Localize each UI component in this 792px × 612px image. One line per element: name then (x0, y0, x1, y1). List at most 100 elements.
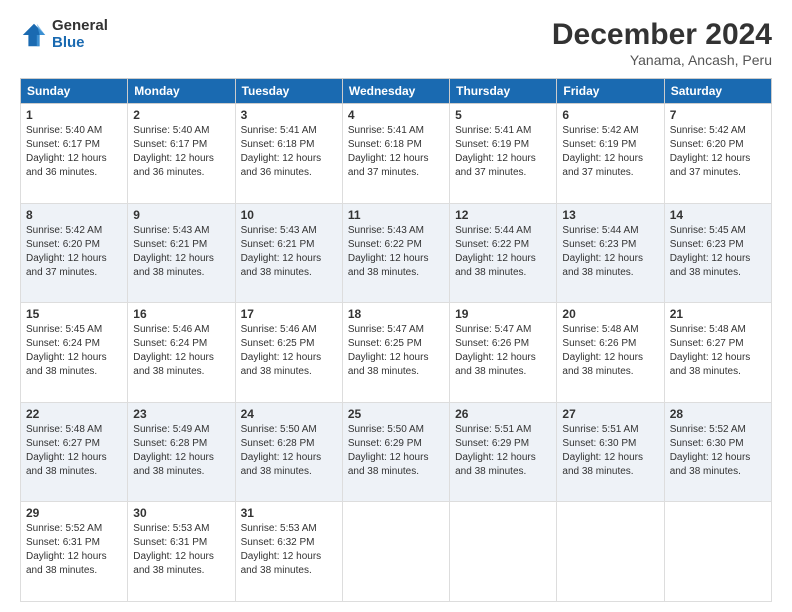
day-number: 17 (241, 307, 337, 321)
day-number: 31 (241, 506, 337, 520)
day-info: Sunrise: 5:46 AM Sunset: 6:25 PM Dayligh… (241, 323, 337, 379)
day-number: 6 (562, 108, 658, 122)
logo-text: General Blue (52, 18, 108, 51)
calendar-cell: 17 Sunrise: 5:46 AM Sunset: 6:25 PM Dayli… (235, 303, 342, 403)
calendar-header-monday: Monday (128, 79, 235, 104)
day-info: Sunrise: 5:49 AM Sunset: 6:28 PM Dayligh… (133, 423, 229, 479)
calendar-cell: 14Sunrise: 5:45 AM Sunset: 6:23 PM Dayli… (664, 203, 771, 303)
calendar-header-sunday: Sunday (21, 79, 128, 104)
calendar-cell: 19 Sunrise: 5:47 AM Sunset: 6:26 PM Dayli… (450, 303, 557, 403)
day-number: 24 (241, 407, 337, 421)
day-info: Sunrise: 5:52 AM Sunset: 6:31 PM Dayligh… (26, 522, 122, 578)
calendar-header-saturday: Saturday (664, 79, 771, 104)
day-info: Sunrise: 5:40 AM Sunset: 6:17 PM Dayligh… (26, 124, 122, 180)
day-info: Sunrise: 5:50 AM Sunset: 6:29 PM Dayligh… (348, 423, 444, 479)
day-info: Sunrise: 5:50 AM Sunset: 6:28 PM Dayligh… (241, 423, 337, 479)
day-info: Sunrise: 5:42 AM Sunset: 6:19 PM Dayligh… (562, 124, 658, 180)
day-info: Sunrise: 5:44 AM Sunset: 6:23 PM Dayligh… (562, 224, 658, 280)
day-number: 25 (348, 407, 444, 421)
calendar-cell: 22 Sunrise: 5:48 AM Sunset: 6:27 PM Dayli… (21, 402, 128, 502)
calendar-cell: 27Sunrise: 5:51 AM Sunset: 6:30 PM Dayli… (557, 402, 664, 502)
day-info: Sunrise: 5:47 AM Sunset: 6:26 PM Dayligh… (455, 323, 551, 379)
calendar-cell: 3 Sunrise: 5:41 AM Sunset: 6:18 PM Daylig… (235, 104, 342, 204)
calendar-week-row: 29Sunrise: 5:52 AM Sunset: 6:31 PM Dayli… (21, 502, 772, 602)
calendar-cell: 30 Sunrise: 5:53 AM Sunset: 6:31 PM Dayli… (128, 502, 235, 602)
day-info: Sunrise: 5:45 AM Sunset: 6:24 PM Dayligh… (26, 323, 122, 379)
calendar-cell: 31 Sunrise: 5:53 AM Sunset: 6:32 PM Dayli… (235, 502, 342, 602)
calendar-cell: 25 Sunrise: 5:50 AM Sunset: 6:29 PM Dayli… (342, 402, 449, 502)
calendar-cell: 1Sunrise: 5:40 AM Sunset: 6:17 PM Daylig… (21, 104, 128, 204)
calendar-cell: 11 Sunrise: 5:43 AM Sunset: 6:22 PM Dayli… (342, 203, 449, 303)
day-info: Sunrise: 5:53 AM Sunset: 6:32 PM Dayligh… (241, 522, 337, 578)
calendar-header-thursday: Thursday (450, 79, 557, 104)
calendar-cell: 9 Sunrise: 5:43 AM Sunset: 6:21 PM Daylig… (128, 203, 235, 303)
day-info: Sunrise: 5:42 AM Sunset: 6:20 PM Dayligh… (26, 224, 122, 280)
day-info: Sunrise: 5:48 AM Sunset: 6:27 PM Dayligh… (26, 423, 122, 479)
day-info: Sunrise: 5:43 AM Sunset: 6:21 PM Dayligh… (133, 224, 229, 280)
day-number: 30 (133, 506, 229, 520)
day-info: Sunrise: 5:42 AM Sunset: 6:20 PM Dayligh… (670, 124, 766, 180)
calendar-subtitle: Yanama, Ancash, Peru (552, 52, 772, 68)
calendar-cell: 18 Sunrise: 5:47 AM Sunset: 6:25 PM Dayli… (342, 303, 449, 403)
logo-general-text: General (52, 18, 108, 35)
day-number: 26 (455, 407, 551, 421)
title-block: December 2024 Yanama, Ancash, Peru (552, 18, 772, 68)
day-number: 27 (562, 407, 658, 421)
day-info: Sunrise: 5:43 AM Sunset: 6:22 PM Dayligh… (348, 224, 444, 280)
calendar-cell: 12 Sunrise: 5:44 AM Sunset: 6:22 PM Dayli… (450, 203, 557, 303)
page: General Blue December 2024 Yanama, Ancas… (0, 0, 792, 612)
day-info: Sunrise: 5:47 AM Sunset: 6:25 PM Dayligh… (348, 323, 444, 379)
day-info: Sunrise: 5:48 AM Sunset: 6:26 PM Dayligh… (562, 323, 658, 379)
day-info: Sunrise: 5:46 AM Sunset: 6:24 PM Dayligh… (133, 323, 229, 379)
calendar-header-tuesday: Tuesday (235, 79, 342, 104)
day-info: Sunrise: 5:53 AM Sunset: 6:31 PM Dayligh… (133, 522, 229, 578)
day-number: 9 (133, 208, 229, 222)
day-info: Sunrise: 5:52 AM Sunset: 6:30 PM Dayligh… (670, 423, 766, 479)
calendar-week-row: 22 Sunrise: 5:48 AM Sunset: 6:27 PM Dayli… (21, 402, 772, 502)
day-number: 14 (670, 208, 766, 222)
calendar-cell: 2 Sunrise: 5:40 AM Sunset: 6:17 PM Daylig… (128, 104, 235, 204)
day-number: 18 (348, 307, 444, 321)
calendar-week-row: 15 Sunrise: 5:45 AM Sunset: 6:24 PM Dayli… (21, 303, 772, 403)
day-info: Sunrise: 5:40 AM Sunset: 6:17 PM Dayligh… (133, 124, 229, 180)
day-info: Sunrise: 5:48 AM Sunset: 6:27 PM Dayligh… (670, 323, 766, 379)
day-number: 2 (133, 108, 229, 122)
logo-icon (20, 21, 48, 49)
day-number: 4 (348, 108, 444, 122)
day-info: Sunrise: 5:43 AM Sunset: 6:21 PM Dayligh… (241, 224, 337, 280)
calendar-cell: 7 Sunrise: 5:42 AM Sunset: 6:20 PM Daylig… (664, 104, 771, 204)
day-info: Sunrise: 5:41 AM Sunset: 6:18 PM Dayligh… (241, 124, 337, 180)
day-info: Sunrise: 5:44 AM Sunset: 6:22 PM Dayligh… (455, 224, 551, 280)
calendar-cell: 4 Sunrise: 5:41 AM Sunset: 6:18 PM Daylig… (342, 104, 449, 204)
calendar-week-row: 8Sunrise: 5:42 AM Sunset: 6:20 PM Daylig… (21, 203, 772, 303)
calendar-cell (342, 502, 449, 602)
calendar-cell: 16 Sunrise: 5:46 AM Sunset: 6:24 PM Dayli… (128, 303, 235, 403)
logo-blue-text: Blue (52, 35, 108, 52)
header: General Blue December 2024 Yanama, Ancas… (20, 18, 772, 68)
calendar-cell: 10 Sunrise: 5:43 AM Sunset: 6:21 PM Dayli… (235, 203, 342, 303)
day-number: 16 (133, 307, 229, 321)
day-number: 3 (241, 108, 337, 122)
calendar-cell: 6 Sunrise: 5:42 AM Sunset: 6:19 PM Daylig… (557, 104, 664, 204)
calendar-week-row: 1Sunrise: 5:40 AM Sunset: 6:17 PM Daylig… (21, 104, 772, 204)
calendar-cell: 13 Sunrise: 5:44 AM Sunset: 6:23 PM Dayli… (557, 203, 664, 303)
day-number: 11 (348, 208, 444, 222)
day-number: 22 (26, 407, 122, 421)
day-number: 15 (26, 307, 122, 321)
day-number: 10 (241, 208, 337, 222)
calendar-title: December 2024 (552, 18, 772, 52)
calendar-cell: 26 Sunrise: 5:51 AM Sunset: 6:29 PM Dayli… (450, 402, 557, 502)
calendar-cell: 21Sunrise: 5:48 AM Sunset: 6:27 PM Dayli… (664, 303, 771, 403)
calendar-header-wednesday: Wednesday (342, 79, 449, 104)
day-number: 5 (455, 108, 551, 122)
day-number: 13 (562, 208, 658, 222)
calendar-cell: 24 Sunrise: 5:50 AM Sunset: 6:28 PM Dayli… (235, 402, 342, 502)
day-number: 12 (455, 208, 551, 222)
day-number: 20 (562, 307, 658, 321)
day-info: Sunrise: 5:51 AM Sunset: 6:29 PM Dayligh… (455, 423, 551, 479)
day-number: 7 (670, 108, 766, 122)
calendar-table: SundayMondayTuesdayWednesdayThursdayFrid… (20, 78, 772, 602)
calendar-header-friday: Friday (557, 79, 664, 104)
day-info: Sunrise: 5:41 AM Sunset: 6:18 PM Dayligh… (348, 124, 444, 180)
day-number: 19 (455, 307, 551, 321)
